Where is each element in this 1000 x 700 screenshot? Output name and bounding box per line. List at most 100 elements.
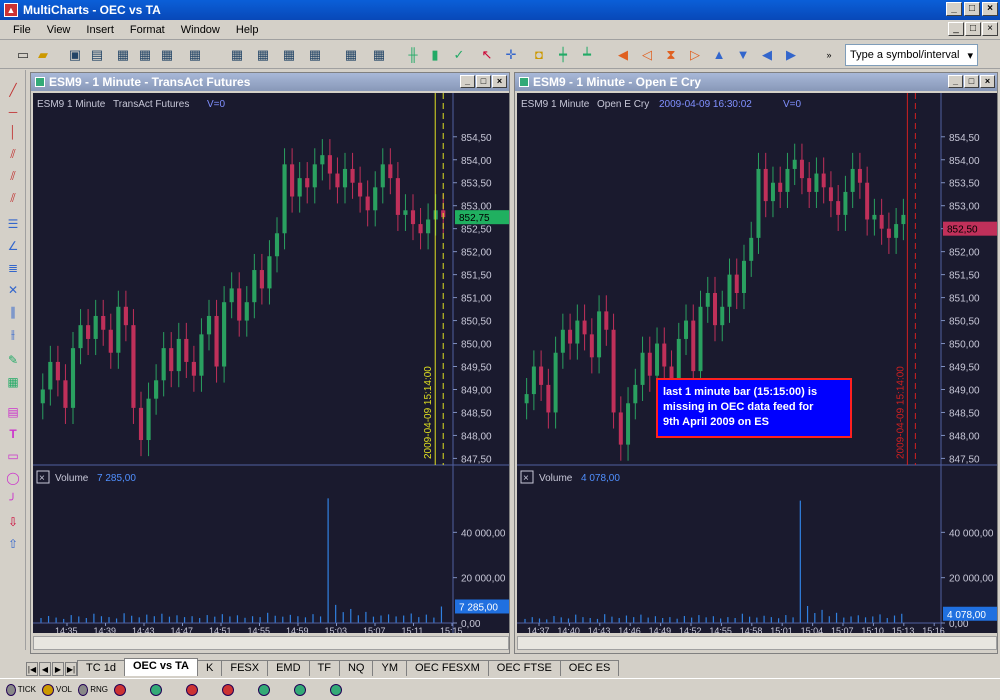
menu-window[interactable]: Window	[174, 22, 227, 38]
rng-status-icon[interactable]: RNG	[78, 682, 108, 698]
text-list-icon[interactable]: ▤	[4, 404, 22, 420]
tab-next-icon[interactable]: ▶	[52, 662, 64, 676]
status-icon[interactable]: ▦	[370, 46, 388, 64]
menu-insert[interactable]: Insert	[79, 22, 121, 38]
tab-oec-vs-ta[interactable]: OEC vs TA	[123, 658, 198, 676]
server-status-icon[interactable]	[294, 682, 324, 698]
comment-icon[interactable]: ◘	[530, 46, 548, 64]
arrow-down-icon[interactable]: ⇩	[4, 514, 22, 530]
tab-prev-icon[interactable]: ◀	[39, 662, 51, 676]
mdi-minimize-button[interactable]: _	[948, 22, 964, 36]
ellipse-icon[interactable]: ◯	[4, 470, 22, 486]
gann-icon[interactable]: ✕	[4, 282, 22, 298]
indicator-icon[interactable]: ▦	[280, 46, 298, 64]
pointer-icon[interactable]: ↖	[478, 46, 496, 64]
tick-status-icon[interactable]: TICK	[6, 682, 36, 698]
move-up-icon[interactable]: ▲	[710, 46, 728, 64]
zoom-in-icon[interactable]: ┿	[554, 46, 572, 64]
minimize-button[interactable]: _	[946, 2, 962, 16]
bar-chart-icon[interactable]: ╫	[404, 46, 422, 64]
rectangle-icon[interactable]: ▭	[4, 448, 22, 464]
print-icon[interactable]: ▤	[88, 46, 106, 64]
menu-file[interactable]: File	[6, 22, 38, 38]
chart-minimize-button[interactable]: _	[460, 75, 475, 88]
chart-maximize-button[interactable]: □	[964, 75, 979, 88]
chart-close-button[interactable]: ×	[980, 75, 995, 88]
menu-view[interactable]: View	[40, 22, 78, 38]
chart-window-icon[interactable]: ▦	[114, 46, 132, 64]
pen-icon[interactable]: ✎	[4, 352, 22, 368]
text-icon[interactable]: T	[4, 426, 22, 442]
menu-format[interactable]: Format	[123, 22, 172, 38]
mdi-restore-button[interactable]: □	[965, 22, 981, 36]
quote-status-icon[interactable]	[222, 682, 252, 698]
close-button[interactable]: ×	[982, 2, 998, 16]
chart-window-oec[interactable]: ESM9 - 1 Minute - Open E Cry _ □ × ESM9 1…	[514, 72, 998, 654]
fib-retracement-icon[interactable]: ☰	[4, 216, 22, 232]
arc-icon[interactable]: ╯	[4, 492, 22, 508]
cycle-icon[interactable]: ⫲	[4, 326, 22, 342]
layout-icon[interactable]: ▦	[228, 46, 246, 64]
tab-oec-fesxm[interactable]: OEC FESXM	[405, 660, 489, 676]
dom-icon[interactable]: ▦	[158, 46, 176, 64]
horizontal-line-icon[interactable]: ─	[4, 104, 22, 120]
move-down-icon[interactable]: ▼	[734, 46, 752, 64]
time-zones-icon[interactable]: ∥	[4, 304, 22, 320]
tab-oec-es[interactable]: OEC ES	[559, 660, 620, 676]
tab-last-icon[interactable]: ▶|	[65, 662, 77, 676]
symbol-icon[interactable]: ▦	[342, 46, 360, 64]
move-right-icon[interactable]: ▶	[782, 46, 800, 64]
format-icon[interactable]: ▦	[254, 46, 272, 64]
chart-minimize-button[interactable]: _	[948, 75, 963, 88]
vol-status-icon[interactable]: VOL	[42, 682, 72, 698]
tab-fesx[interactable]: FESX	[221, 660, 269, 676]
toolbar-overflow-icon[interactable]: »	[820, 46, 838, 64]
tab-emd[interactable]: EMD	[267, 660, 310, 676]
menu-help[interactable]: Help	[229, 22, 266, 38]
tab-tc-1d[interactable]: TC 1d	[77, 660, 125, 676]
tab-nq[interactable]: NQ	[338, 660, 374, 676]
candle-chart-icon[interactable]: ▮	[426, 46, 444, 64]
zoom-out-icon[interactable]: ┷	[578, 46, 596, 64]
quote-icon[interactable]: ▦	[186, 46, 204, 64]
scroll-back-icon[interactable]: ◁	[638, 46, 656, 64]
chart-plot-area[interactable]: ESM9 1 Minute TransAct Futures V=0 854,50 854…	[33, 93, 509, 633]
horizontal-scrollbar[interactable]	[517, 636, 997, 650]
chart-close-button[interactable]: ×	[492, 75, 507, 88]
dropdown-arrow-icon[interactable]: ▾	[967, 49, 973, 62]
scroll-forward-icon[interactable]: ▷	[686, 46, 704, 64]
tab-k[interactable]: K	[197, 660, 223, 676]
arrow-up-icon[interactable]: ⇧	[4, 536, 22, 552]
strategy-icon[interactable]: ▦	[306, 46, 324, 64]
mdi-close-button[interactable]: ×	[982, 22, 998, 36]
chart-window-transact[interactable]: ESM9 - 1 Minute - TransAct Futures _ □ ×…	[30, 72, 510, 654]
feed-status-icon[interactable]	[258, 682, 288, 698]
chart-plot-area[interactable]: ESM9 1 Minute Open E Cry 2009-04-09 16:30:0…	[517, 93, 997, 633]
horizontal-scrollbar[interactable]	[33, 636, 509, 650]
crosshair-icon[interactable]: ✛	[502, 46, 520, 64]
tab-first-icon[interactable]: |◀	[26, 662, 38, 676]
tab-tf[interactable]: TF	[308, 660, 340, 676]
tab-ym[interactable]: YM	[372, 660, 407, 676]
connection-status-icon[interactable]	[114, 682, 144, 698]
clock-status-icon[interactable]	[330, 682, 360, 698]
fib-fan-icon[interactable]: ∠	[4, 238, 22, 254]
new-icon[interactable]: ▭	[14, 46, 32, 64]
hourglass-icon[interactable]: ⧗	[662, 46, 680, 64]
channel-icon[interactable]: ⫽	[4, 146, 22, 162]
trendline-icon[interactable]: ╱	[4, 82, 22, 98]
move-left-icon[interactable]: ◀	[758, 46, 776, 64]
save-icon[interactable]: ▣	[66, 46, 84, 64]
data-status-icon[interactable]	[186, 682, 216, 698]
pitchfork-icon[interactable]: ⫽	[4, 190, 22, 206]
scroll-start-icon[interactable]: ◀	[614, 46, 632, 64]
tab-oec-ftse[interactable]: OEC FTSE	[487, 660, 561, 676]
symbol-interval-input[interactable]: Type a symbol/interval ▾	[845, 44, 978, 66]
vertical-line-icon[interactable]: │	[4, 124, 22, 140]
broker-status-icon[interactable]	[150, 682, 180, 698]
check-icon[interactable]: ✓	[450, 46, 468, 64]
chart-maximize-button[interactable]: □	[476, 75, 491, 88]
scanner-icon[interactable]: ▦	[136, 46, 154, 64]
parallel-lines-icon[interactable]: ⫽	[4, 168, 22, 184]
maximize-button[interactable]: □	[964, 2, 980, 16]
